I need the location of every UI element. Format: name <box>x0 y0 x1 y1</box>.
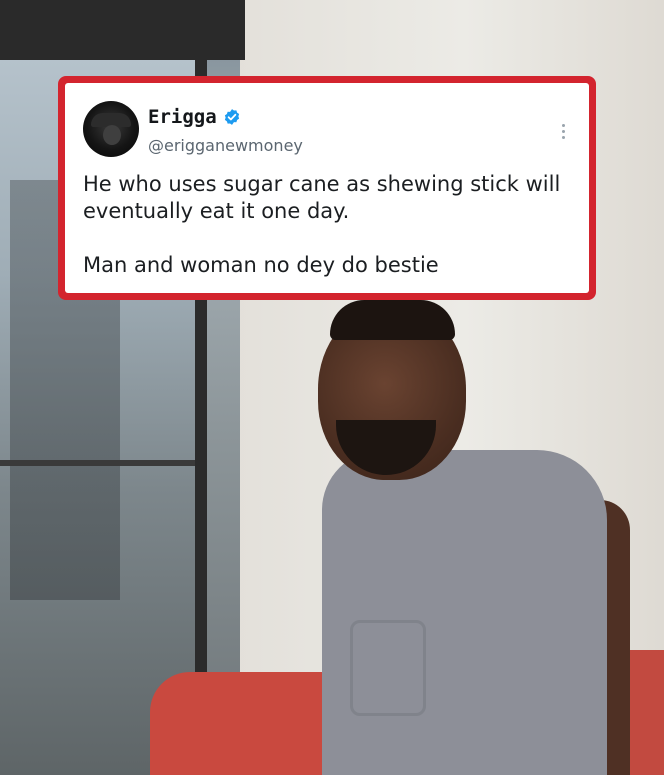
author-name[interactable]: Erigga <box>148 106 217 128</box>
tweet-line-2: Man and woman no dey do bestie <box>83 253 439 277</box>
shirt-print <box>350 620 426 716</box>
verified-badge-icon <box>224 109 239 125</box>
tweet-card[interactable]: Erigga @erigganewmoney He who uses sugar… <box>65 83 589 293</box>
balcony-rail <box>0 460 195 466</box>
more-options-icon[interactable] <box>559 121 567 143</box>
person-shirt <box>322 450 607 775</box>
tweet-body: He who uses sugar cane as shewing stick … <box>83 171 573 279</box>
author-row: Erigga <box>148 106 241 128</box>
avatar-face <box>103 125 121 145</box>
person-hair <box>330 300 455 340</box>
tweet-line-1: He who uses sugar cane as shewing stick … <box>83 172 561 223</box>
author-handle[interactable]: @erigganewmoney <box>148 136 303 155</box>
author-avatar[interactable] <box>83 101 139 157</box>
window-top-frame <box>0 0 245 60</box>
